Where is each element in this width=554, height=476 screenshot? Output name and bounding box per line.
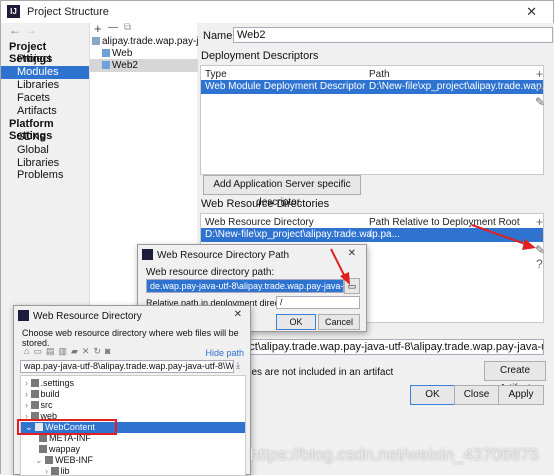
- arrowhead-edit-icon: [522, 239, 536, 250]
- arrowhead-browse-icon: [340, 272, 350, 285]
- arrow-to-edit-icon: [471, 224, 529, 246]
- watermark-text: https://blog.csdn.net/weixin_43706875: [249, 445, 539, 464]
- annotation-arrows: [330, 224, 536, 285]
- project-structure-window: IJ Project Structure ✕ ← → Project Setti…: [0, 0, 554, 476]
- arrow-to-browse-icon: [330, 248, 346, 278]
